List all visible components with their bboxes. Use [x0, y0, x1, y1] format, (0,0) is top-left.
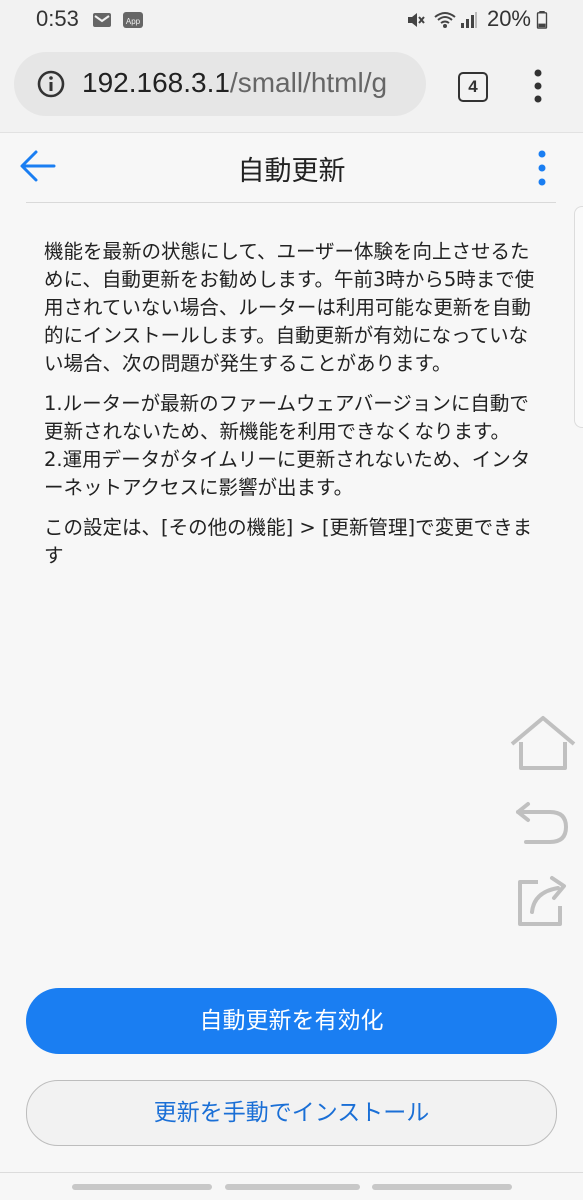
intro-paragraph: 機能を最新の状態にして、ユーザー体験を向上させるために、自動更新をお勧めします。… — [44, 240, 535, 375]
battery-percent: 20% — [486, 6, 531, 31]
gmail-icon — [93, 13, 111, 27]
app-header: 自動更新 — [0, 132, 583, 202]
status-time: 0:53 — [36, 6, 79, 31]
signal-icon — [461, 12, 477, 28]
nav-handle-right[interactable] — [372, 1184, 512, 1190]
info-icon[interactable] — [36, 69, 66, 99]
description-text: 機能を最新の状態にして、ユーザー体験を向上させるために、自動更新をお勧めします。… — [44, 238, 544, 570]
scroll-indicator[interactable] — [574, 206, 583, 428]
status-bar: 0:53 App 20% — [0, 0, 583, 40]
header-more-vert-icon[interactable] — [532, 149, 552, 187]
url-text[interactable]: 192.168.3.1/small/html/g — [82, 67, 426, 99]
settings-note: この設定は、[その他の機能] > [更新管理]で変更できます — [44, 516, 533, 567]
app-notification-icon: App — [123, 12, 143, 28]
bottom-divider — [0, 1172, 583, 1173]
wifi-icon — [434, 12, 456, 28]
undo-icon[interactable] — [508, 790, 578, 850]
nav-handle-left[interactable] — [72, 1184, 212, 1190]
tab-switcher-icon[interactable]: 4 — [458, 72, 488, 102]
nav-handle-center[interactable] — [225, 1184, 360, 1190]
battery-icon — [536, 11, 548, 29]
svg-text:App: App — [126, 17, 141, 26]
manual-install-button[interactable]: 更新を手動でインストール — [26, 1080, 557, 1146]
page-title: 自動更新 — [237, 156, 346, 187]
header-divider — [26, 202, 556, 203]
address-bar[interactable]: 192.168.3.1/small/html/g — [14, 52, 426, 116]
url-host: 192.168.3.1 — [82, 67, 230, 98]
share-icon[interactable] — [508, 868, 578, 928]
url-path: /small/html/g — [229, 67, 388, 98]
mute-icon — [408, 13, 425, 27]
issue-item-2: 2.運用データがタイムリーに更新されないため、インターネットアクセスに影響が出ま… — [44, 448, 531, 499]
home-icon[interactable] — [508, 712, 578, 772]
more-vert-icon[interactable] — [528, 68, 548, 104]
enable-auto-update-button[interactable]: 自動更新を有効化 — [26, 988, 557, 1054]
issue-item-1: 1.ルーターが最新のファームウェアバージョンに自動で更新されないため、新機能を利… — [44, 392, 529, 443]
browser-toolbar: 192.168.3.1/small/html/g 4 — [0, 40, 583, 133]
